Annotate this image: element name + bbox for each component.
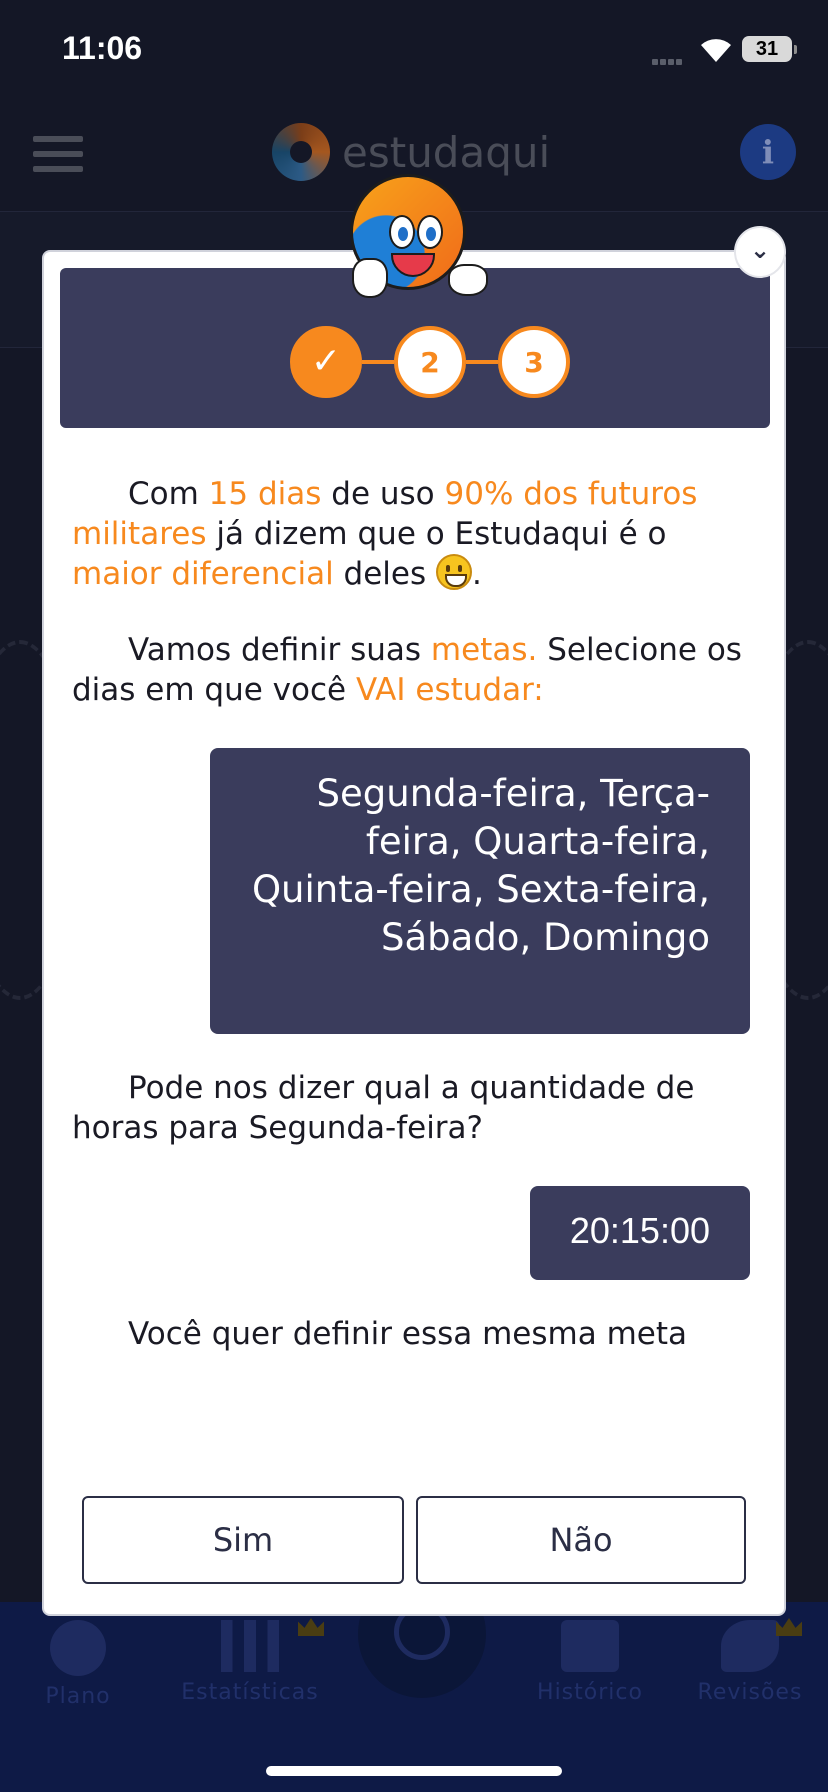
estudaqui-logo-icon (272, 123, 330, 181)
highlight-text: maior diferencial (72, 556, 334, 592)
message-text: Vamos definir suas (128, 632, 431, 668)
chevron-down-icon: ⌄ (749, 236, 771, 264)
mascot-eye (389, 215, 415, 249)
bot-message-typing: Você quer definir essa mesma meta (20:1 (128, 1316, 687, 1352)
message-text: de uso (321, 476, 445, 512)
nav-item-estatisticas[interactable]: Estatísticas (170, 1602, 330, 1705)
message-text: já dizem que o Estudaqui é o (206, 516, 667, 552)
nav-label: Revisões (697, 1680, 803, 1705)
step-2: 2 (394, 326, 466, 398)
cellular-signal-icon (652, 50, 684, 69)
nav-label: Estatísticas (181, 1680, 319, 1705)
nav-item-plano[interactable]: Plano (36, 1602, 120, 1709)
info-button[interactable]: i (740, 124, 796, 180)
message-text: Com (128, 476, 209, 512)
nav-item-revisoes[interactable]: Revisões (690, 1602, 810, 1705)
mascot-eye (417, 215, 443, 249)
mascot-hand (352, 258, 388, 298)
mascot-hand (448, 264, 488, 296)
step-1-complete: ✓ (290, 326, 362, 398)
highlight-text: 15 dias (208, 476, 322, 512)
home-indicator (266, 1766, 562, 1776)
bot-message: Pode nos dizer qual a quantidade de hora… (72, 1070, 695, 1146)
bottom-nav: Plano Estatísticas Histórico Revisões (0, 1570, 828, 1792)
message-text: deles (333, 556, 436, 592)
collapse-button[interactable]: ⌄ (734, 226, 786, 278)
pie-chart-icon (50, 1620, 106, 1676)
user-answer-days: Segunda-feira, Terça-feira, Quarta-feira… (210, 748, 750, 1034)
mascot (348, 172, 488, 302)
nav-label: Histórico (537, 1680, 643, 1705)
grinning-face-icon (436, 554, 472, 590)
no-button[interactable]: Não (416, 1496, 746, 1584)
mascot-mouth (391, 253, 435, 277)
status-time: 11:06 (62, 30, 143, 66)
stepper-connector (466, 360, 498, 364)
magnet-icon (721, 1620, 779, 1672)
brand-name: estudaqui (342, 127, 551, 177)
onboarding-modal: ✓ 2 3 Com 15 dias de uso 90% dos futuros… (42, 250, 786, 1616)
battery-icon: 31 (742, 36, 797, 62)
inbox-icon (561, 1620, 619, 1672)
status-bar: 11:06 31 (0, 0, 828, 100)
bar-chart-icon (221, 1620, 279, 1672)
step-3: 3 (498, 326, 570, 398)
wifi-icon (701, 39, 731, 62)
nav-item-historico[interactable]: Histórico (520, 1602, 660, 1705)
menu-icon[interactable] (33, 136, 83, 172)
user-answer-hours: 20:15:00 (530, 1186, 750, 1280)
yes-button[interactable]: Sim (82, 1496, 404, 1584)
stepper-connector (362, 360, 394, 364)
bot-message: Com 15 dias de uso 90% dos futuros milit… (72, 474, 752, 594)
message-text: . (472, 556, 482, 592)
highlight-text: VAI estudar: (355, 672, 544, 708)
bot-message: Vamos definir suas metas. Selecione os d… (72, 630, 752, 710)
nav-label: Plano (45, 1684, 111, 1709)
highlight-text: metas. (430, 632, 538, 668)
